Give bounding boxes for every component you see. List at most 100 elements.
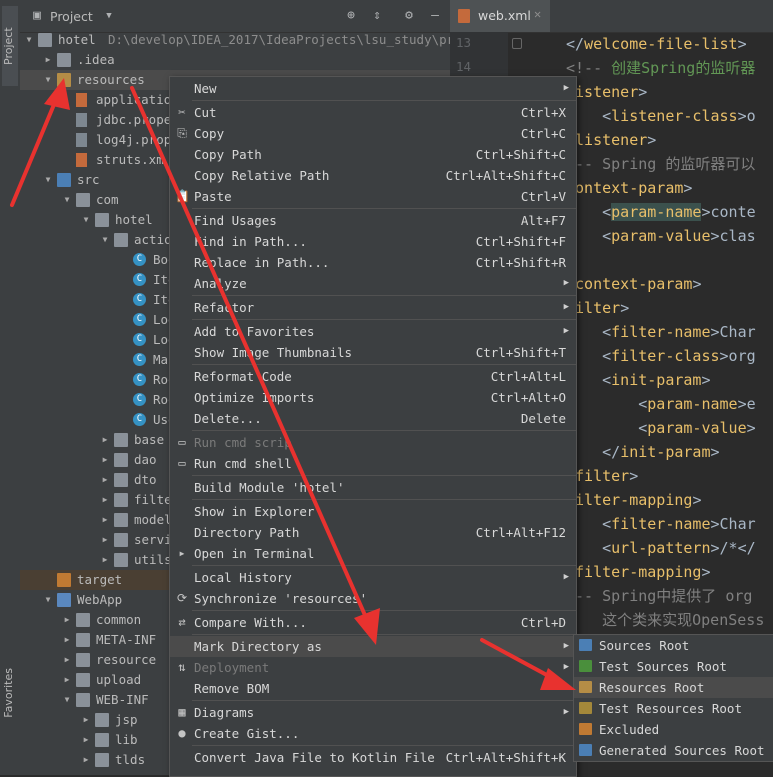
menu-item-remove-bom[interactable]: Remove BOM <box>170 678 576 699</box>
chevron-right-icon[interactable]: ▶ <box>100 450 110 470</box>
minimize-icon[interactable]: — <box>426 7 444 25</box>
chevron-down-icon[interactable]: ▼ <box>62 190 72 210</box>
chevron-down-icon[interactable]: ▼ <box>43 590 53 610</box>
favorites-tool-tab[interactable]: Favorites <box>2 668 18 718</box>
menu-item-paste[interactable]: 📋 Paste Ctrl+V <box>170 186 576 207</box>
menu-item-label: Add to Favorites <box>194 324 315 339</box>
cut-icon: ✂ <box>178 105 186 119</box>
menu-item-find-in-path[interactable]: Find in Path... Ctrl+Shift+F <box>170 231 576 252</box>
tree-item[interactable]: ▼ hotel D:\develop\IDEA_2017\IdeaProjects\… <box>20 30 484 50</box>
gear-icon[interactable]: ⚙ <box>400 7 418 25</box>
submenu-item-sources-root[interactable]: Sources Root <box>574 635 773 656</box>
code-token: > <box>710 443 720 461</box>
menu-item-reformat-code[interactable]: Reformat Code Ctrl+Alt+L <box>170 366 576 387</box>
chevron-right-icon[interactable]: ▶ <box>81 730 91 750</box>
menu-separator <box>192 745 576 746</box>
menu-item-delete[interactable]: Delete... Delete <box>170 408 576 429</box>
menu-item-local-history[interactable]: Local History ▶ <box>170 567 576 588</box>
submenu-item-excluded[interactable]: Excluded <box>574 719 773 740</box>
menu-item-refactor[interactable]: Refactor ▶ <box>170 297 576 318</box>
submenu-arrow-icon: ▶ <box>563 302 569 312</box>
menu-item-add-to-favorites[interactable]: Add to Favorites ▶ <box>170 321 576 342</box>
code-token: </ <box>566 35 585 53</box>
submenu-item-test-resources-root[interactable]: Test Resources Root <box>574 698 773 719</box>
menu-item-show-in-explorer[interactable]: Show in Explorer <box>170 501 576 522</box>
submenu-item-test-sources-root[interactable]: Test Sources Root <box>574 656 773 677</box>
menu-item-deployment: ⇅ Deployment ▶ <box>170 657 576 678</box>
code-line: </welcome-file-list> <box>566 32 747 56</box>
chevron-right-icon[interactable]: ▶ <box>100 530 110 550</box>
code-token: param-value <box>647 419 747 437</box>
menu-item-directory-path[interactable]: Directory Path Ctrl+Alt+F12 <box>170 522 576 543</box>
menu-item-show-image-thumbnails[interactable]: Show Image Thumbnails Ctrl+Shift+T <box>170 342 576 363</box>
chevron-right-icon[interactable]: ▶ <box>62 670 72 690</box>
resources-root-folder-icon <box>579 681 592 693</box>
menu-item-open-in-terminal[interactable]: ▸ Open in Terminal <box>170 543 576 564</box>
view-dropdown-icon[interactable]: ▼ <box>100 7 118 25</box>
chevron-right-icon[interactable]: ▶ <box>62 630 72 650</box>
menu-item-new[interactable]: New ▶ <box>170 78 576 99</box>
fold-icon[interactable] <box>512 38 522 49</box>
menu-item-analyze[interactable]: Analyze ▶ <box>170 273 576 294</box>
menu-item-build-module-hotel[interactable]: Build Module 'hotel' <box>170 477 576 498</box>
chevron-right-icon[interactable]: ▶ <box>62 650 72 670</box>
menu-item-shortcut: Ctrl+D <box>520 615 566 630</box>
submenu-item-label: Excluded <box>599 722 660 737</box>
tab-web-xml[interactable]: web.xml ✕ <box>450 0 550 32</box>
chevron-down-icon[interactable]: ▼ <box>81 210 91 230</box>
code-token: >org <box>719 347 756 365</box>
tree-item-label: struts.xm <box>96 152 164 167</box>
chevron-right-icon[interactable]: ▶ <box>100 550 110 570</box>
excluded-folder-icon <box>57 573 71 587</box>
menu-item-create-gist[interactable]: ● Create Gist... <box>170 723 576 744</box>
chevron-right-icon[interactable]: ▶ <box>62 610 72 630</box>
code-line: filter-mapping> <box>566 488 701 512</box>
module-path: D:\develop\IDEA_2017\IdeaProjects\lsu_st… <box>108 32 485 47</box>
chevron-down-icon[interactable]: ▼ <box>43 170 53 190</box>
chevron-right-icon[interactable]: ▶ <box>100 470 110 490</box>
close-tab-icon[interactable]: ✕ <box>534 7 541 21</box>
tree-item-label: src <box>77 172 100 187</box>
menu-item-find-usages[interactable]: Find Usages Alt+F7 <box>170 210 576 231</box>
chevron-right-icon[interactable]: ▶ <box>100 430 110 450</box>
menu-item-cut[interactable]: ✂ Cut Ctrl+X <box>170 102 576 123</box>
tree-item-label: target <box>77 572 123 587</box>
chevron-right-icon[interactable]: ▶ <box>81 750 91 770</box>
menu-item-mark-directory-as[interactable]: Mark Directory as ▶ <box>170 636 576 657</box>
menu-item-label: Create Gist... <box>194 726 300 741</box>
collapse-icon[interactable]: ⇕ <box>368 7 386 25</box>
menu-item-compare-with[interactable]: ⇄ Compare With... Ctrl+D <box>170 612 576 633</box>
tree-item-label: WEB-INF <box>96 692 149 707</box>
project-panel-title[interactable]: Project <box>50 9 93 24</box>
locate-icon[interactable]: ⊕ <box>342 7 360 25</box>
code-token: init-param <box>611 371 702 389</box>
project-tool-tab[interactable]: Project <box>2 6 18 86</box>
menu-item-label: Directory Path <box>194 525 300 540</box>
chevron-right-icon[interactable]: ▶ <box>100 510 110 530</box>
menu-item-copy-path[interactable]: Copy Path Ctrl+Shift+C <box>170 144 576 165</box>
chevron-down-icon[interactable]: ▼ <box>62 690 72 710</box>
class-icon: C <box>133 313 146 326</box>
chevron-right-icon[interactable]: ▶ <box>81 710 91 730</box>
menu-item-copy[interactable]: ⎘ Copy Ctrl+C <box>170 123 576 144</box>
menu-item-synchronize-resources[interactable]: ⟳ Synchronize 'resources' <box>170 588 576 609</box>
submenu-item-resources-root[interactable]: Resources Root <box>574 677 773 698</box>
menu-item-optimize-imports[interactable]: Optimize Imports Ctrl+Alt+O <box>170 387 576 408</box>
submenu-item-generated-sources-root[interactable]: Generated Sources Root <box>574 740 773 761</box>
code-line: <listener-class>o <box>566 104 756 128</box>
chevron-down-icon[interactable]: ▼ <box>43 70 53 90</box>
menu-item-run-cmd-shell[interactable]: ▭ Run cmd shell <box>170 453 576 474</box>
chevron-right-icon[interactable]: ▶ <box>100 490 110 510</box>
chevron-down-icon[interactable]: ▼ <box>100 230 110 250</box>
menu-item-diagrams[interactable]: ▦ Diagrams ▶ <box>170 702 576 723</box>
tree-item-label: resource <box>96 652 157 667</box>
package-icon <box>114 453 128 467</box>
tree-item[interactable]: ▶ .idea <box>20 50 450 70</box>
menu-item-replace-in-path[interactable]: Replace in Path... Ctrl+Shift+R <box>170 252 576 273</box>
menu-item-convert-java-file-to-kotlin-file[interactable]: Convert Java File to Kotlin File Ctrl+Alt… <box>170 747 576 768</box>
tree-item-label: dao <box>134 452 157 467</box>
chevron-down-icon[interactable]: ▼ <box>24 30 34 50</box>
menu-item-copy-relative-path[interactable]: Copy Relative Path Ctrl+Alt+Shift+C <box>170 165 576 186</box>
chevron-right-icon[interactable]: ▶ <box>43 50 53 70</box>
code-line: <init-param> <box>566 368 710 392</box>
